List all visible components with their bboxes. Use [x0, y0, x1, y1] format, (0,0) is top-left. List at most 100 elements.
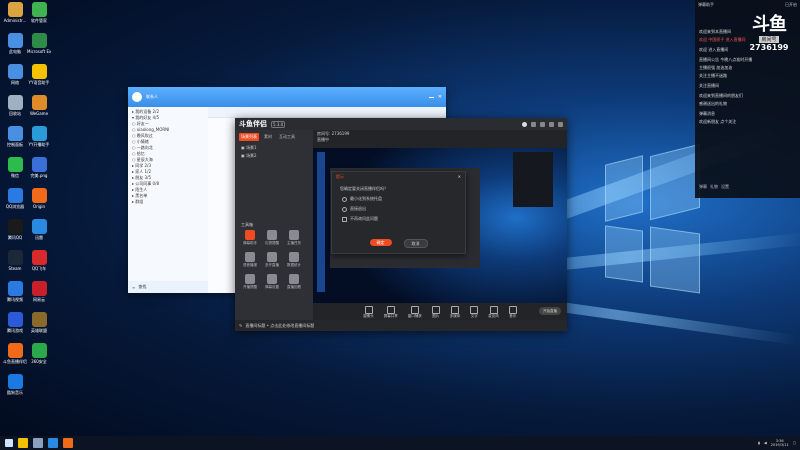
toolbox-item[interactable]: 语音播报: [239, 252, 261, 268]
toolbox-item[interactable]: 弹幕设置: [261, 274, 283, 290]
radio-icon[interactable]: [342, 206, 347, 212]
scene-item[interactable]: ▣ 场景2: [235, 152, 313, 160]
desktop-shortcut[interactable]: 斗鱼直播伴侣: [3, 343, 27, 364]
toolbox-item[interactable]: 开播提醒: [239, 274, 261, 290]
toolbox-item[interactable]: 数据统计: [283, 252, 305, 268]
volume-icon[interactable]: ◀: [764, 441, 767, 445]
cancel-button[interactable]: 取消: [403, 239, 428, 248]
source-action[interactable]: 文字: [470, 305, 479, 319]
toolbox-item[interactable]: 礼物提醒: [261, 230, 283, 246]
source-icon: [410, 305, 419, 314]
desktop-shortcut-label: Microsoft Excel 2010: [27, 49, 51, 54]
start-live-button[interactable]: 开始直播: [539, 307, 561, 315]
tab-scenes[interactable]: 场景列表: [239, 133, 259, 141]
desktop-shortcut[interactable]: 酷狗音乐: [3, 374, 27, 395]
skin-icon[interactable]: [531, 121, 536, 127]
douyu-stream-info: 房间号: 2736199 直播中: [313, 130, 567, 150]
desktop-shortcut-label: YY开播助手: [28, 142, 50, 147]
source-icon: [431, 305, 440, 314]
steam-icon[interactable]: [33, 438, 43, 448]
source-action[interactable]: 麦克风: [488, 305, 499, 319]
danmu-message: 主播很强 加油加油: [699, 65, 733, 70]
desktop-shortcut[interactable]: 控制面板: [3, 126, 27, 147]
tab-material[interactable]: 素材: [262, 133, 274, 141]
desktop-shortcut[interactable]: Microsoft Excel 2010: [27, 33, 51, 54]
settings-icon[interactable]: [540, 121, 545, 127]
source-action[interactable]: 多媒体: [449, 305, 461, 319]
network-icon[interactable]: ▮: [758, 441, 760, 445]
windows-start-icon[interactable]: [5, 439, 13, 447]
desktop-shortcut[interactable]: 腾讯游戏: [3, 312, 27, 333]
tool-label: 多开直播: [265, 263, 279, 267]
ok-button[interactable]: 确定: [369, 239, 392, 246]
tab-interactive[interactable]: 互动工具: [277, 133, 297, 141]
desktop-shortcut[interactable]: 英雄联盟: [27, 312, 51, 333]
desktop-shortcut[interactable]: QQ飞车: [27, 250, 51, 271]
desktop-shortcut[interactable]: Administr...: [3, 2, 27, 23]
taskbar: ▮ ◀ 3:36 2019/3/11 ▢: [0, 436, 800, 450]
desktop-shortcut[interactable]: 360安全: [27, 343, 51, 364]
toolbox-item[interactable]: 弹幕助手: [239, 230, 261, 246]
close-icon[interactable]: [558, 121, 563, 127]
minimize-icon[interactable]: [549, 121, 554, 127]
file-explorer-icon[interactable]: [18, 438, 28, 448]
danmu-message: 感谢送出的礼物: [699, 101, 727, 106]
desktop-shortcut[interactable]: 回收站: [3, 95, 27, 116]
desktop-shortcut[interactable]: 腾讯视频: [3, 281, 27, 302]
source-action[interactable]: 屏幕共享: [384, 305, 398, 319]
close-confirm-dialog: 提示 ✕ 您确定要关闭直播伴侣吗？ 最小化到系统托盘 直接退出 不再询问此问题 …: [331, 171, 466, 254]
desktop-shortcut[interactable]: 网络: [3, 64, 27, 85]
desktop-shortcut[interactable]: 网易云: [27, 281, 51, 302]
douyu-icon[interactable]: [63, 438, 73, 448]
source-action[interactable]: 摄像头: [363, 305, 374, 319]
option-exit[interactable]: 直接退出: [332, 204, 465, 214]
toolbox-item[interactable]: 直播回看: [283, 274, 305, 290]
checkbox-icon[interactable]: [342, 216, 347, 222]
danmu-footer-item[interactable]: 弹幕: [699, 184, 707, 190]
douyu-version-badge: 5.3.0: [271, 120, 286, 128]
source-label: 多媒体: [449, 313, 461, 318]
desktop-shortcut[interactable]: 软件管家: [27, 2, 51, 23]
toolbox-item[interactable]: 主播任务: [283, 230, 305, 246]
stream-title-status[interactable]: 直播间标题 • 点击此处修改直播间标题: [245, 323, 314, 329]
menu-icon[interactable]: ≡: [132, 285, 135, 290]
contact-list-item[interactable]: ▸ 群组: [132, 199, 204, 205]
desktop-shortcut[interactable]: 迅雷: [27, 219, 51, 240]
source-action[interactable]: 音乐: [508, 305, 517, 319]
desktop-shortcut[interactable]: YY开播助手: [27, 126, 51, 147]
desktop-shortcut[interactable]: Origin: [27, 188, 51, 209]
source-label: 窗口捕获: [407, 313, 422, 318]
qq-avatar[interactable]: [132, 92, 142, 102]
scene-item[interactable]: ▣ 场景1: [235, 144, 313, 152]
danmu-footer-item[interactable]: 设置: [721, 184, 729, 190]
option-remember[interactable]: 不再询问此问题: [332, 214, 465, 224]
source-action[interactable]: 图片: [431, 305, 440, 319]
radio-icon[interactable]: [342, 196, 347, 202]
find-button[interactable]: 查找: [138, 284, 146, 290]
desktop-shortcut[interactable]: YY语音助手: [27, 64, 51, 85]
clock[interactable]: 3:36 2019/3/11: [771, 439, 789, 447]
close-icon[interactable]: ✕: [438, 94, 442, 100]
source-icon: [364, 305, 373, 314]
desktop-shortcut[interactable]: QQ浏览器: [3, 188, 27, 209]
dialog-titlebar: 提示 ✕: [332, 172, 465, 184]
desktop-shortcut[interactable]: 微信: [3, 157, 27, 178]
qq-icon[interactable]: [48, 438, 58, 448]
desktop-shortcut[interactable]: Steam: [3, 250, 27, 271]
edit-icon[interactable]: ✎: [239, 323, 242, 328]
avatar[interactable]: [522, 121, 527, 127]
danmu-footer-item[interactable]: 礼物: [710, 184, 718, 190]
close-icon[interactable]: ✕: [458, 174, 461, 182]
desktop-shortcut[interactable]: 完美.png: [27, 157, 51, 178]
desktop-shortcut[interactable]: WeGame: [27, 95, 51, 116]
desktop-shortcut[interactable]: 此电脑: [3, 33, 27, 54]
desktop-shortcut-label: 微信: [11, 173, 19, 178]
minimize-icon[interactable]: [428, 97, 434, 98]
danmu-panel-status[interactable]: 已开启: [785, 2, 797, 8]
desktop-shortcut[interactable]: 腾讯QQ: [3, 219, 27, 240]
source-action[interactable]: 窗口捕获: [407, 305, 422, 319]
qq-title: 联系人: [146, 94, 158, 99]
option-minimize[interactable]: 最小化到系统托盘: [332, 194, 465, 204]
notification-icon[interactable]: ▢: [793, 441, 796, 445]
toolbox-item[interactable]: 多开直播: [261, 252, 283, 268]
